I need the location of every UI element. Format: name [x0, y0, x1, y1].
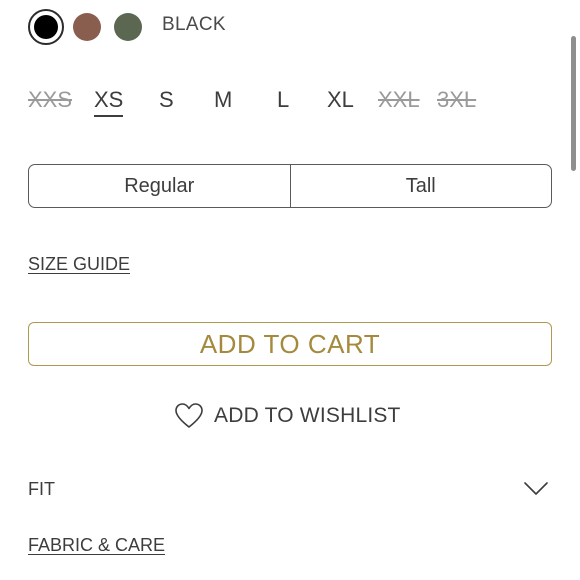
size-option-m[interactable]: M: [214, 87, 232, 113]
fit-length-toggle: Regular Tall: [28, 164, 552, 208]
size-option-3xl[interactable]: 3XL: [437, 87, 476, 113]
size-option-xs[interactable]: XS: [94, 87, 124, 117]
fabric-care-link[interactable]: FABRIC & CARE: [28, 535, 165, 556]
fit-option-regular[interactable]: Regular: [29, 165, 290, 207]
size-option-s[interactable]: S: [159, 87, 174, 113]
add-to-wishlist-button[interactable]: ADD TO WISHLIST: [174, 400, 401, 432]
size-option-xl[interactable]: XL: [327, 87, 354, 113]
scrollbar-thumb[interactable]: [571, 36, 576, 171]
fit-option-tall[interactable]: Tall: [289, 165, 552, 207]
size-guide-link[interactable]: SIZE GUIDE: [28, 254, 130, 275]
size-option-xxs[interactable]: XXS: [28, 87, 72, 113]
selected-color-name: BLACK: [162, 14, 226, 35]
chevron-down-icon: [524, 482, 548, 496]
accordion-fit[interactable]: FIT: [28, 472, 552, 506]
swatch-black-fill: [34, 15, 58, 39]
add-to-wishlist-label: ADD TO WISHLIST: [214, 404, 401, 427]
swatch-black[interactable]: [28, 9, 64, 45]
swatch-olive[interactable]: [114, 13, 142, 41]
swatch-brown[interactable]: [73, 13, 101, 41]
heart-icon: [174, 402, 204, 430]
add-to-cart-button[interactable]: ADD TO CART: [28, 322, 552, 366]
accordion-fit-title: FIT: [28, 478, 55, 499]
size-option-l[interactable]: L: [277, 87, 289, 113]
size-option-xxl[interactable]: XXL: [378, 87, 420, 113]
